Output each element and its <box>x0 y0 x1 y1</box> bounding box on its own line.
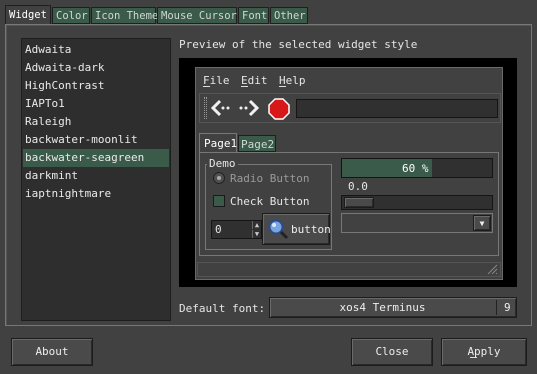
preview-statusbar <box>197 262 501 277</box>
scale-slider-handle[interactable] <box>344 197 374 208</box>
toolbar-grip[interactable] <box>204 97 207 119</box>
tab-page2[interactable]: Page2 <box>238 135 276 152</box>
font-name: xos4 Terminus <box>339 301 426 314</box>
spin-value: 0 <box>215 223 222 236</box>
preview-toolbar <box>199 93 501 123</box>
scale-trough[interactable] <box>341 195 493 210</box>
mnemonic-underline <box>241 86 248 87</box>
resize-grip-icon[interactable] <box>486 264 498 275</box>
demo-button[interactable]: button <box>262 213 331 245</box>
mnemonic-underline <box>470 357 477 358</box>
toolbar-entry[interactable] <box>296 99 498 118</box>
combo-box[interactable]: ▼ <box>341 213 493 233</box>
progress-bar: 60 % <box>341 158 493 178</box>
list-item[interactable]: iaptnightmare <box>23 185 169 203</box>
tab-mouse-cursor[interactable]: Mouse Cursor <box>157 7 237 24</box>
spin-button[interactable]: 0 ▲ ▼ <box>211 220 262 239</box>
scale-value: 0.0 <box>348 180 368 193</box>
theme-list[interactable]: Adwaita Adwaita-dark HighContrast IAPTo1… <box>21 38 171 321</box>
font-chooser-button[interactable]: xos4 Terminus 9 <box>269 297 517 318</box>
demo-group-label: Demo <box>207 157 238 170</box>
tab-icon-theme[interactable]: Icon Theme <box>91 7 158 24</box>
separator <box>496 300 497 315</box>
stop-icon[interactable] <box>268 98 290 120</box>
tab-page1[interactable]: Page1 <box>199 133 237 153</box>
default-font-label: Default font: <box>179 302 266 315</box>
apply-button[interactable]: Apply <box>441 338 527 366</box>
list-item[interactable]: HighContrast <box>23 77 169 95</box>
check-button-label: Check Button <box>230 195 310 208</box>
forward-arrow-icon[interactable] <box>238 98 260 118</box>
list-item[interactable]: backwater-moonlit <box>23 131 169 149</box>
list-item[interactable]: Adwaita <box>23 41 169 59</box>
progress-text: 60 % <box>402 162 429 175</box>
magnifier-icon <box>267 218 289 240</box>
tab-widget[interactable]: Widget <box>5 5 51 25</box>
spin-down-icon[interactable]: ▼ <box>252 230 261 238</box>
radio-button[interactable] <box>213 172 225 184</box>
radio-button-label: Radio Button <box>230 172 310 185</box>
list-item[interactable]: Raleigh <box>23 113 169 131</box>
chevron-down-icon[interactable]: ▼ <box>473 215 491 231</box>
font-size: 9 <box>504 301 511 314</box>
about-button[interactable]: About <box>11 338 93 366</box>
spin-up-icon[interactable]: ▲ <box>252 221 261 229</box>
mnemonic-underline <box>203 86 210 87</box>
check-button[interactable] <box>213 195 225 207</box>
mnemonic-underline <box>279 86 286 87</box>
back-arrow-icon[interactable] <box>210 98 232 118</box>
list-item-selected[interactable]: backwater-seagreen <box>23 149 169 167</box>
preview-title: Preview of the selected widget style <box>179 38 418 51</box>
tab-font[interactable]: Font <box>238 7 269 24</box>
tab-color[interactable]: Color <box>52 7 90 24</box>
list-item[interactable]: darkmint <box>23 167 169 185</box>
list-item[interactable]: Adwaita-dark <box>23 59 169 77</box>
tab-other[interactable]: Other <box>270 7 308 24</box>
demo-button-label: button <box>291 223 331 236</box>
close-button[interactable]: Close <box>351 338 433 366</box>
list-item[interactable]: IAPTo1 <box>23 95 169 113</box>
